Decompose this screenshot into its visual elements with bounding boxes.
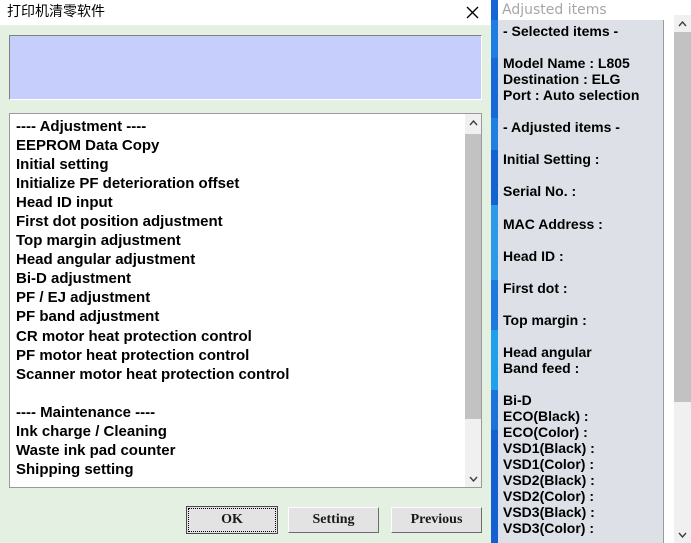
adjustment-list-items: ---- Adjustment ---- EEPROM Data Copy Init… — [10, 114, 465, 487]
adjusted-item-line: Band feed : — [503, 359, 580, 376]
adjusted-item-line: VSD1(Black) : — [503, 440, 595, 457]
adjusted-item-line — [503, 167, 663, 183]
ok-button-default-frame[interactable]: OK — [186, 506, 278, 534]
adjusted-item-line — [503, 264, 663, 280]
list-item[interactable]: Bi-D adjustment — [16, 269, 465, 288]
list-item[interactable]: PF motor heat protection control — [16, 346, 465, 365]
adjusted-item-line: Port : Auto selection — [503, 87, 640, 104]
list-item[interactable]: Waste ink pad counter — [16, 441, 465, 460]
adjusted-item-line — [503, 296, 663, 312]
adjusted-item-line: VSD3(Color) : — [503, 520, 594, 537]
list-item[interactable]: EEPROM Data Copy — [16, 136, 465, 155]
list-item[interactable]: PF band adjustment — [16, 307, 465, 326]
listbox-scrollbar-thumb[interactable] — [465, 134, 481, 419]
adjusted-item-line — [503, 39, 663, 55]
setting-button[interactable]: Setting — [288, 507, 379, 533]
adjusted-item-line: Initial Setting : — [503, 151, 600, 168]
adjusted-item-line: Bi-D — [503, 392, 532, 409]
adjusted-item-line: First dot : — [503, 279, 568, 296]
list-item[interactable]: CR motor heat protection control — [16, 327, 465, 346]
chevron-down-icon[interactable] — [465, 470, 481, 487]
adjusted-item-line: ECO(Color) : — [503, 424, 588, 441]
adjusted-item-line — [503, 200, 663, 216]
panel-scrollbar[interactable] — [674, 15, 691, 543]
adjusted-items-content: - Selected items - Model Name : L805 Dest… — [498, 20, 664, 543]
list-item[interactable]: Shipping setting — [16, 460, 465, 479]
chevron-up-icon[interactable] — [465, 114, 481, 131]
list-item[interactable]: PF / EJ adjustment — [16, 288, 465, 307]
adjusted-item-line — [503, 135, 663, 151]
chevron-up-icon[interactable] — [674, 15, 691, 32]
adjusted-item-line: Head ID : — [503, 247, 564, 264]
list-item[interactable]: Scanner motor heat protection control — [16, 365, 465, 384]
chevron-down-icon[interactable] — [674, 526, 691, 543]
listbox-scrollbar[interactable] — [464, 114, 481, 487]
close-icon[interactable] — [457, 0, 487, 24]
adjusted-item-line: VSD2(Color) : — [503, 488, 594, 505]
previous-button[interactable]: Previous — [391, 507, 482, 533]
adjusted-item-line: VSD1(Color) : — [503, 456, 594, 473]
list-item[interactable]: ---- Adjustment ---- — [16, 117, 465, 136]
adjusted-item-line: VSD2(Black) : — [503, 472, 595, 489]
printer-reset-dialog: 打印机清零软件 ---- Adjustment ---- EEPROM Data … — [0, 0, 491, 543]
adjusted-item-line — [503, 103, 663, 119]
dialog-titlebar: 打印机清零软件 — [0, 0, 491, 25]
adjusted-item-line: VSD3(Black) : — [503, 504, 595, 521]
panel-scrollbar-thumb[interactable] — [674, 32, 691, 402]
adjusted-item-line: Model Name : L805 — [503, 55, 630, 72]
adjusted-item-line: Top margin : — [503, 311, 587, 328]
ok-button[interactable]: OK — [188, 508, 276, 532]
status-panel — [9, 35, 482, 100]
list-item[interactable]: Ink charge / Cleaning — [16, 422, 465, 441]
app-root: 打印机清零软件 ---- Adjustment ---- EEPROM Data … — [0, 0, 691, 543]
window-title: 打印机清零软件 — [7, 4, 105, 20]
list-item[interactable]: Initialize PF deterioration offset — [16, 174, 465, 193]
adjusted-item-line — [503, 232, 663, 248]
adjusted-item-line: Destination : ELG — [503, 71, 621, 88]
panel-accent-bar — [491, 0, 498, 543]
list-item[interactable]: Head angular adjustment — [16, 250, 465, 269]
adjusted-item-line — [503, 328, 663, 344]
adjusted-item-line: Serial No. : — [503, 183, 577, 200]
adjusted-item-line: ECO(Black) : — [503, 408, 589, 425]
adjusted-item-line: - Adjusted items - — [503, 119, 620, 136]
list-item[interactable]: Head ID input — [16, 193, 465, 212]
adjusted-items-panel: Adjusted items - Selected items - Model … — [491, 0, 691, 543]
list-item — [16, 384, 465, 403]
adjusted-items-header-label: Adjusted items — [502, 2, 607, 18]
list-item[interactable]: ---- Maintenance ---- — [16, 403, 465, 422]
adjusted-item-line: Head angular — [503, 343, 592, 360]
adjusted-item-line: MAC Address : — [503, 215, 603, 232]
adjusted-item-line — [503, 376, 663, 392]
list-item[interactable]: First dot position adjustment — [16, 212, 465, 231]
adjusted-items-header: Adjusted items — [498, 0, 691, 20]
adjusted-item-line: - Selected items - — [503, 23, 619, 39]
list-item[interactable]: Top margin adjustment — [16, 231, 465, 250]
list-item[interactable]: Initial setting — [16, 155, 465, 174]
adjustment-listbox[interactable]: ---- Adjustment ---- EEPROM Data Copy Init… — [9, 113, 482, 488]
